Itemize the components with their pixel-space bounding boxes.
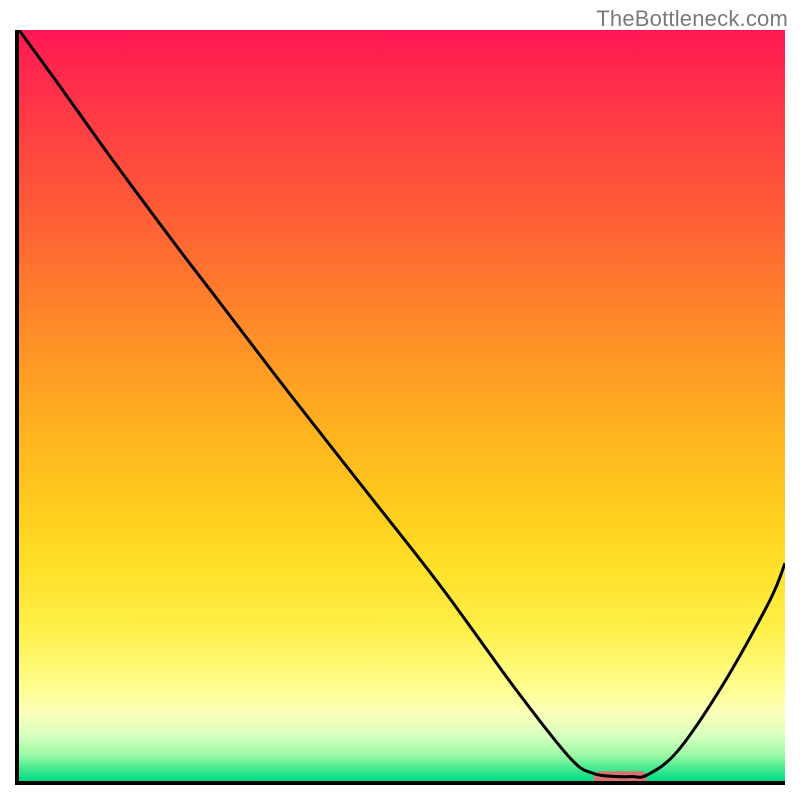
chart-plot-area xyxy=(19,30,785,781)
watermark-text: TheBottleneck.com xyxy=(596,6,788,32)
chart-frame xyxy=(15,30,785,785)
chart-curve xyxy=(19,30,785,777)
chart-svg xyxy=(19,30,785,781)
